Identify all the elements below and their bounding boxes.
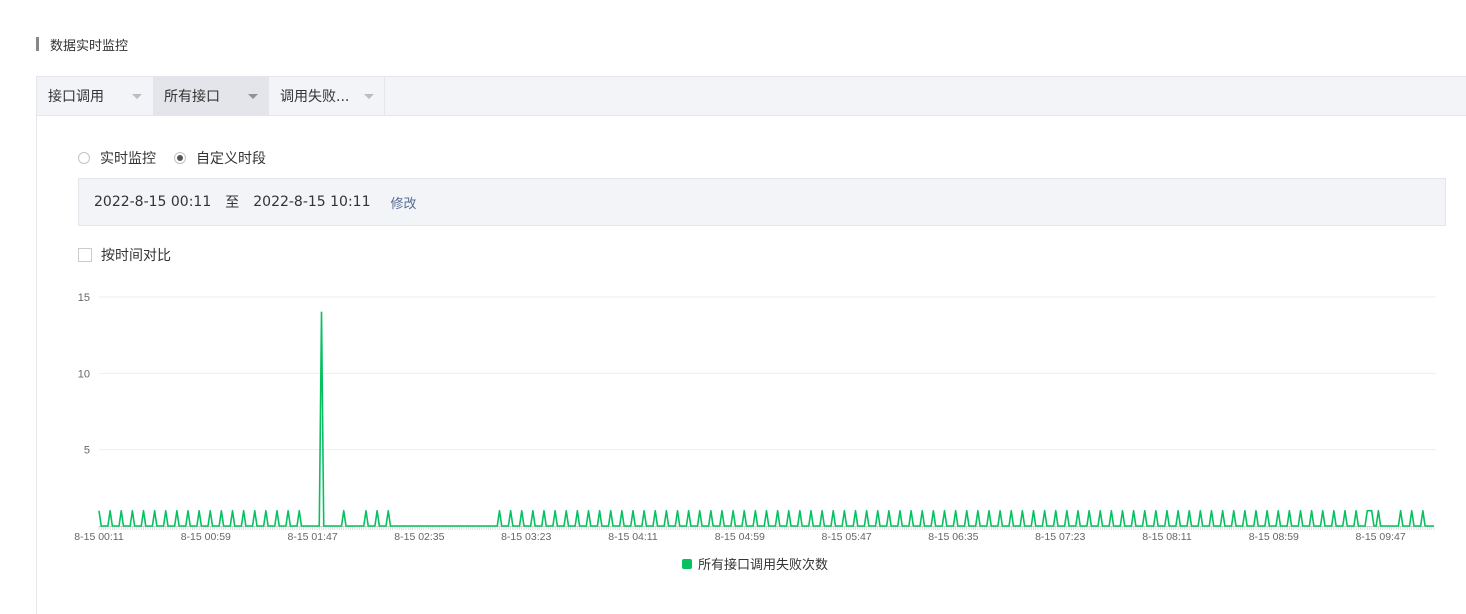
- x-tick-label: 8-15 00:59: [181, 531, 231, 543]
- x-tick-label: 8-15 05:47: [821, 531, 871, 543]
- x-tick-label: 8-15 02:35: [394, 531, 444, 543]
- series-line: [98, 311, 1434, 527]
- y-tick-label: 5: [84, 445, 90, 457]
- x-tick-label: 8-15 00:11: [74, 531, 124, 543]
- x-tick-label: 8-15 07:23: [1035, 531, 1085, 543]
- failure-line-chart: 5 10 15 8-15 00:11 8-15 00:59 8-15 01:47 8-15 …: [74, 292, 1436, 543]
- x-tick-label: 8-15 08:11: [1142, 531, 1192, 543]
- x-tick-label: 8-15 01:47: [287, 531, 337, 543]
- x-tick-label: 8-15 09:47: [1355, 531, 1405, 543]
- x-tick-label: 8-15 04:11: [608, 531, 658, 543]
- y-tick-label: 15: [78, 292, 90, 304]
- x-tick-label: 8-15 06:35: [928, 531, 978, 543]
- x-tick-label: 8-15 08:59: [1249, 531, 1299, 543]
- y-tick-label: 10: [78, 368, 90, 380]
- x-axis-ticks: [98, 526, 1435, 530]
- x-tick-label: 8-15 03:23: [501, 531, 551, 543]
- x-tick-label: 8-15 04:59: [715, 531, 765, 543]
